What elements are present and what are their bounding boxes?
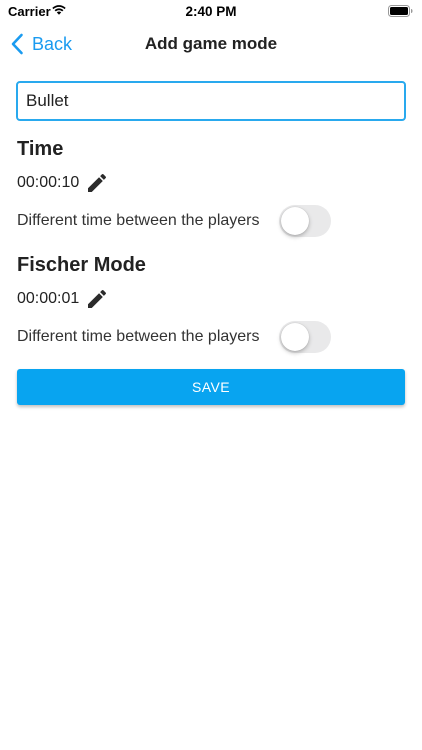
status-time: 2:40 PM — [185, 4, 237, 19]
time-different-players-toggle[interactable] — [279, 205, 331, 237]
toggle-knob — [281, 323, 309, 351]
time-different-players-row: Different time between the players — [17, 205, 331, 237]
time-value-row: 00:00:10 — [17, 170, 109, 196]
battery-icon — [388, 5, 413, 17]
navigation-bar: Back Add game mode — [0, 22, 422, 66]
back-button[interactable]: Back — [10, 32, 72, 56]
status-bar: Carrier 2:40 PM — [0, 0, 422, 22]
fischer-section-title: Fischer Mode — [17, 254, 146, 276]
game-mode-name-input[interactable] — [16, 81, 406, 121]
chevron-left-icon — [11, 33, 23, 55]
toggle-knob — [281, 207, 309, 235]
fischer-different-players-toggle[interactable] — [279, 321, 331, 353]
fischer-different-players-row: Different time between the players — [17, 321, 331, 353]
fischer-value-row: 00:00:01 — [17, 286, 109, 312]
time-section-title: Time — [17, 138, 64, 160]
pencil-edit-icon[interactable] — [85, 171, 109, 195]
fischer-toggle-label: Different time between the players — [17, 328, 260, 345]
back-label: Back — [32, 33, 73, 54]
time-value: 00:00:10 — [17, 174, 80, 191]
fischer-value: 00:00:01 — [17, 290, 80, 307]
save-button[interactable]: SAVE — [17, 369, 405, 405]
time-toggle-label: Different time between the players — [17, 212, 260, 229]
pencil-edit-icon[interactable] — [85, 287, 109, 311]
add-game-mode-screen: Carrier 2:40 PM Back Add game mode Time … — [0, 0, 422, 750]
